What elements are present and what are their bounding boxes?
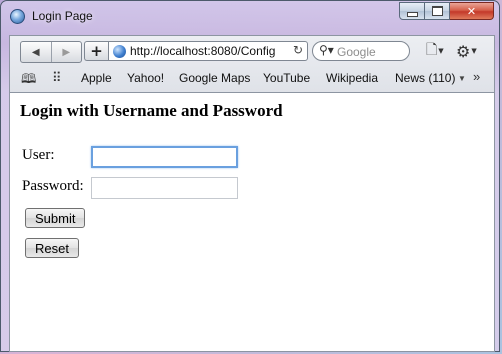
reset-button[interactable]: Reset — [25, 238, 79, 258]
minimize-button[interactable] — [399, 2, 425, 20]
browser-toolbar: ◀ ▶ + http://localhost:8080/Config ↻ ⚲▾ … — [9, 35, 495, 93]
bookmark-apple[interactable]: Apple — [81, 71, 112, 85]
overflow-chevron-icon[interactable]: » — [473, 69, 480, 84]
top-sites-icon[interactable]: ⠿ — [52, 70, 62, 86]
close-icon: ✕ — [466, 4, 477, 18]
user-label: User: — [22, 147, 55, 163]
page-title: Login with Username and Password — [20, 101, 283, 120]
submit-button[interactable]: Submit — [25, 208, 86, 228]
username-input[interactable] — [91, 146, 238, 168]
title-bar[interactable]: Login Page ✕ — [1, 1, 499, 31]
browser-globe-icon — [10, 9, 25, 24]
bookmark-yahoo[interactable]: Yahoo! — [127, 71, 164, 85]
bookmark-news[interactable]: News (110) — [395, 71, 455, 85]
maximize-button[interactable] — [425, 2, 450, 20]
reading-list-icon[interactable]: 🕮 — [21, 70, 36, 92]
password-input[interactable] — [91, 177, 238, 199]
minimize-icon — [406, 11, 418, 17]
caption-buttons: ✕ — [399, 2, 494, 21]
bookmark-youtube[interactable]: YouTube — [263, 71, 310, 85]
bookmarks-bar: 🕮 ⠿ Apple Yahoo! Google Maps YouTube Wik… — [10, 36, 490, 86]
bookmark-google-maps[interactable]: Google Maps — [179, 71, 250, 85]
browser-window: Login Page ✕ ◀ ▶ + http://localhost:8080… — [0, 0, 500, 352]
chevron-down-icon[interactable]: ▼ — [458, 74, 466, 83]
password-label: Password: — [22, 178, 84, 194]
maximize-icon — [431, 6, 443, 16]
bookmark-wikipedia[interactable]: Wikipedia — [326, 71, 378, 85]
window-title: Login Page — [32, 9, 93, 23]
page-content: Login with Username and Password User: P… — [9, 93, 495, 352]
close-button[interactable]: ✕ — [450, 2, 494, 20]
